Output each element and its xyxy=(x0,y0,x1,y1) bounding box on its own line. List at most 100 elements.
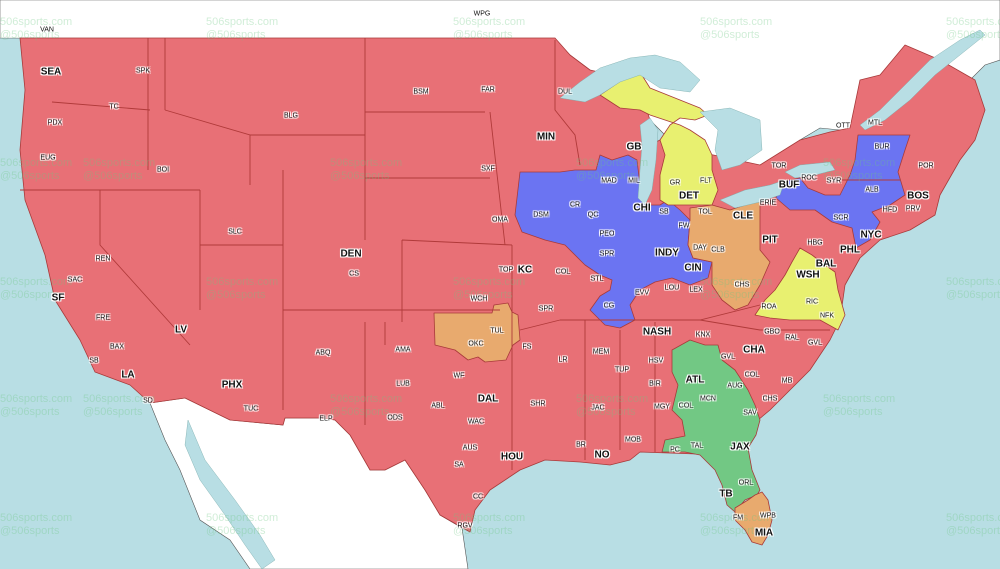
city-label-spk: SPK xyxy=(135,67,151,75)
market-label-no: NO xyxy=(594,449,610,461)
city-label-clb: CLB xyxy=(711,246,725,254)
city-label-br: BR xyxy=(576,441,586,449)
market-label-cle: CLE xyxy=(733,210,753,222)
market-label-atl: ATL xyxy=(685,374,705,386)
city-label-tul: TUL xyxy=(490,327,504,335)
city-label-knx: KNX xyxy=(695,331,711,339)
market-label-hou: HOU xyxy=(500,451,524,463)
city-label-cs: CS xyxy=(349,270,359,278)
city-label-scr: SCR xyxy=(833,214,849,222)
city-label-ren: REN xyxy=(95,255,111,263)
market-label-min: MIN xyxy=(536,131,556,143)
city-label-pdx: PDX xyxy=(47,119,63,127)
market-label-wsh: WSH xyxy=(796,269,820,281)
city-label-top: TOP xyxy=(498,266,514,274)
city-label-wpg: WPG xyxy=(473,10,491,18)
city-label-hfd: HFD xyxy=(882,206,898,214)
city-label-tor: TOR xyxy=(771,162,787,170)
city-label-abl: ABL xyxy=(431,402,445,410)
city-label-bsm: BSM xyxy=(413,88,429,96)
market-label-mia: MIA xyxy=(754,527,774,539)
city-label-far: FAR xyxy=(481,86,495,94)
market-label-det: DET xyxy=(679,190,699,202)
market-label-kc: KC xyxy=(517,264,533,276)
city-label-bax: BAX xyxy=(109,343,125,351)
city-label-blg: BLG xyxy=(283,112,299,120)
city-label-elp: ELP xyxy=(319,415,333,423)
city-label-van: VAN xyxy=(40,26,54,34)
city-label-rgv: RGV xyxy=(457,522,473,530)
market-label-gb: GB xyxy=(626,141,642,153)
city-label-sav: SAV xyxy=(743,409,757,417)
city-label-sxf: SXF xyxy=(481,165,495,173)
city-label-gvl-nc: GVL xyxy=(807,339,823,347)
city-label-mb: MB xyxy=(781,377,793,385)
city-label-bir: BIR xyxy=(649,380,661,388)
market-label-den: DEN xyxy=(340,248,362,260)
city-label-gr: GR xyxy=(669,179,681,187)
market-label-pit: PIT xyxy=(762,234,778,246)
map-canvas xyxy=(0,0,1000,569)
city-label-fre: FRE xyxy=(96,314,110,322)
city-label-cc: CC xyxy=(472,493,484,501)
city-label-ric: RIC xyxy=(805,298,819,306)
city-label-roc: ROC xyxy=(801,174,817,182)
city-label-wf: WF xyxy=(453,372,465,380)
city-label-aus: AUS xyxy=(462,444,478,452)
city-label-ral: RAL xyxy=(785,334,799,342)
city-label-mil: MIL xyxy=(628,177,640,185)
city-label-fm: FM xyxy=(732,514,744,522)
market-label-sea: SEA xyxy=(40,66,62,78)
city-label-tc: TC xyxy=(109,103,119,111)
city-label-hbg: HBG xyxy=(807,239,823,247)
city-label-lub: LUB xyxy=(396,380,410,388)
city-label-sd: SD xyxy=(143,397,153,405)
market-label-dal: DAL xyxy=(477,393,499,405)
city-label-tuc: TUC xyxy=(243,405,259,413)
market-label-phx: PHX xyxy=(221,379,243,391)
city-label-dul: DUL xyxy=(557,88,573,96)
market-label-buf: BUF xyxy=(778,179,800,191)
city-label-bur: BUR xyxy=(874,143,890,151)
city-label-abq: ABQ xyxy=(315,349,331,357)
market-label-nash: NASH xyxy=(642,326,672,338)
market-label-indy: INDY xyxy=(655,247,679,259)
city-label-spr-il: SPR xyxy=(599,250,615,258)
city-label-wch: WCH xyxy=(470,295,488,303)
city-label-sb-ca: SB xyxy=(89,357,99,365)
market-label-bal: BAL xyxy=(815,258,837,270)
city-label-boi: BOI xyxy=(156,166,170,174)
city-label-cg: CG xyxy=(603,302,615,310)
city-label-ods: ODS xyxy=(387,414,403,422)
city-label-col: COL xyxy=(555,268,571,276)
city-label-evv: EVV xyxy=(634,289,650,297)
city-label-okc: OKC xyxy=(468,340,484,348)
market-label-tb: TB xyxy=(719,488,733,500)
city-label-col-sc: COL xyxy=(744,371,760,379)
city-label-sa: SA xyxy=(454,461,464,469)
city-label-hsv: HSV xyxy=(648,357,664,365)
market-label-phl: PHL xyxy=(840,244,860,256)
city-label-tup: TUP xyxy=(615,366,629,374)
market-label-cha: CHA xyxy=(743,344,765,356)
coverage-map: 506sports.com @506sports 506sports.com @506… xyxy=(0,0,1000,569)
city-label-mgy: MGY xyxy=(654,403,670,411)
city-label-portland-me: POR xyxy=(918,162,934,170)
city-label-ott: OTT xyxy=(836,122,850,130)
city-label-chs-wv: CHS xyxy=(734,281,750,289)
city-label-stl: STL xyxy=(590,275,604,283)
city-label-sb: SB xyxy=(659,208,669,216)
city-label-lou: LOU xyxy=(664,284,680,292)
city-label-wac: WAC xyxy=(467,418,485,426)
city-label-dsm: DSM xyxy=(533,211,549,219)
city-label-mad: MAD xyxy=(601,177,617,185)
city-label-lex: LEX xyxy=(689,286,703,294)
city-label-prv: PRV xyxy=(905,205,921,213)
city-label-aug: AUG xyxy=(727,382,743,390)
city-label-chs-sc: CHS xyxy=(762,395,778,403)
city-label-mtl: MTL xyxy=(868,119,882,127)
city-label-alb: ALB xyxy=(865,186,879,194)
city-label-mem: MEM xyxy=(592,348,610,356)
city-label-flt: FLT xyxy=(700,177,712,185)
city-label-erie: ERIE xyxy=(759,199,777,207)
